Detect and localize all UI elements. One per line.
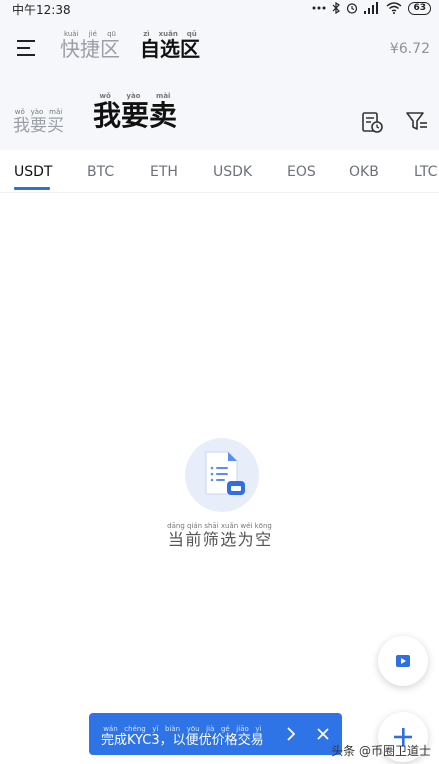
buy-tab[interactable]: 我要买wǒ yào mǎi	[13, 108, 64, 136]
active-tab-indicator	[14, 187, 50, 190]
kyc-banner[interactable]: 完成KYC3，以便优价格交易wán chéng yǐ biàn yōu jià …	[89, 713, 342, 755]
tab-usdk[interactable]: USDK	[213, 164, 252, 180]
tab-btc[interactable]: BTC	[87, 164, 114, 180]
sell-tab[interactable]: 我要卖wǒ yào mài	[93, 92, 177, 134]
watermark: 头条 @币圈卫道士	[331, 744, 431, 758]
empty-state-illustration	[185, 438, 259, 512]
tab-usdt[interactable]: USDT	[14, 164, 52, 180]
sell-tab-label: 我要卖	[93, 99, 178, 132]
wifi-icon	[386, 2, 402, 14]
empty-state-pinyin: dāng qián shāi xuǎn wéi kōng	[167, 522, 272, 530]
video-icon	[396, 655, 410, 667]
tab-custom-zone-pinyin: zì xuǎn qū	[140, 30, 200, 38]
tab-custom-zone-label: 自选区	[140, 37, 200, 61]
menu-icon[interactable]	[16, 38, 38, 58]
alarm-icon	[346, 2, 358, 14]
tab-ltc[interactable]: LTC	[414, 164, 437, 180]
exchange-rate-price: ¥6.72	[389, 41, 430, 57]
buy-tab-label: 我要买	[13, 116, 64, 136]
tab-okb[interactable]: OKB	[349, 164, 379, 180]
status-time: 中午12:38	[12, 3, 71, 17]
document-icon	[205, 451, 245, 495]
tab-eos[interactable]: EOS	[287, 164, 316, 180]
kyc-banner-label: 完成KYC3，以便优价格交易	[101, 733, 264, 748]
status-icons: 63	[312, 0, 431, 16]
tab-quick-zone[interactable]: 快捷区kuài jié qū	[60, 30, 120, 62]
battery-indicator: 63	[408, 1, 431, 15]
more-dots-icon	[312, 6, 326, 10]
close-icon[interactable]	[316, 727, 330, 741]
sell-tab-pinyin: wǒ yào mài	[93, 92, 177, 100]
kyc-banner-text: 完成KYC3，以便优价格交易wán chéng yǐ biàn yōu jià …	[101, 725, 264, 748]
currency-tab-bar: USDT BTC ETH USDK EOS OKB LTC	[0, 150, 439, 193]
tab-quick-zone-label: 快捷区	[60, 37, 120, 61]
bluetooth-icon	[332, 2, 341, 14]
empty-state-label: 当前筛选为空	[167, 530, 272, 549]
video-tutorial-button[interactable]	[378, 636, 428, 686]
buy-tab-pinyin: wǒ yào mǎi	[13, 108, 64, 116]
tab-quick-zone-pinyin: kuài jié qū	[60, 30, 120, 38]
order-history-icon[interactable]	[360, 110, 384, 134]
signal-icon	[364, 2, 380, 14]
filter-icon[interactable]	[405, 109, 429, 133]
status-bar: 中午12:38 63	[0, 0, 439, 18]
empty-state-text: 当前筛选为空dāng qián shāi xuǎn wéi kōng	[0, 522, 439, 550]
chevron-right-icon[interactable]	[285, 726, 297, 742]
tab-eth[interactable]: ETH	[150, 164, 178, 180]
kyc-banner-pinyin: wán chéng yǐ biàn yōu jià gé jiāo yì	[101, 725, 264, 733]
tab-custom-zone[interactable]: 自选区zì xuǎn qū	[140, 30, 200, 62]
